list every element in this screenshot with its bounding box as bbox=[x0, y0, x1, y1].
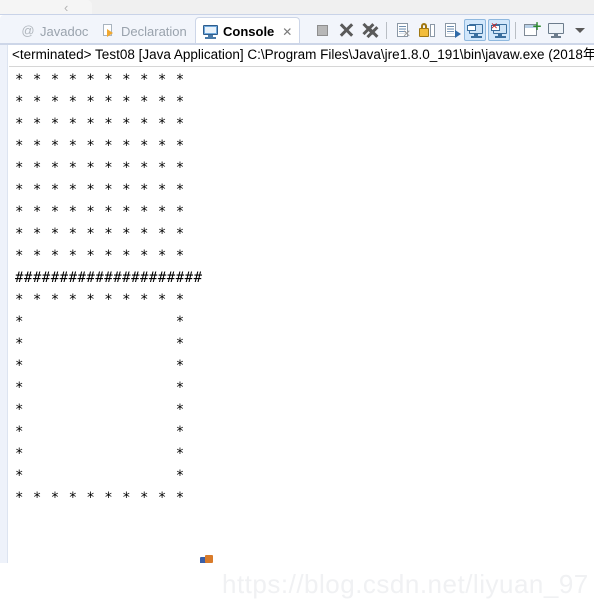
console-process-header: <terminated> Test08 [Java Application] C… bbox=[12, 47, 594, 62]
toolbar-separator-2 bbox=[515, 21, 516, 39]
console-toolbar: ✕ ✕ + bbox=[310, 17, 592, 43]
tab-javadoc-label: Javadoc bbox=[40, 23, 89, 39]
tab-declaration[interactable]: Declaration bbox=[95, 18, 194, 44]
tab-console-label: Console bbox=[223, 24, 275, 39]
console-output-text: * * * * * * * * * * * * * * * * * * * * … bbox=[15, 72, 203, 506]
console-view: @ Javadoc Declaration Console ✕ ✕ ✕ + <t… bbox=[0, 15, 594, 599]
tab-declaration-label: Declaration bbox=[121, 23, 187, 39]
toolbar-separator-1 bbox=[386, 21, 387, 39]
clear-console-button[interactable]: ✕ bbox=[392, 19, 414, 41]
new-console-view-icon: + bbox=[524, 20, 542, 38]
view-menu-button[interactable] bbox=[569, 19, 591, 41]
chevron-down-icon bbox=[575, 27, 585, 33]
clear-console-icon: ✕ bbox=[396, 22, 411, 39]
tab-console[interactable]: Console ✕ bbox=[195, 17, 301, 45]
double-x-icon bbox=[362, 23, 379, 38]
display-selected-icon bbox=[548, 22, 564, 38]
console-monitor-icon bbox=[203, 24, 218, 39]
declaration-icon bbox=[102, 24, 116, 38]
display-selected-console-button[interactable] bbox=[545, 19, 567, 41]
watermark-text: https://blog.csdn.net/liyuan_97 bbox=[222, 569, 589, 599]
lock-icon bbox=[419, 22, 435, 38]
close-icon[interactable]: ✕ bbox=[282, 25, 292, 39]
console-header-separator bbox=[9, 66, 594, 67]
stop-square-icon bbox=[316, 24, 328, 36]
console-output-area[interactable]: <terminated> Test08 [Java Application] C… bbox=[0, 45, 594, 599]
word-wrap-button[interactable] bbox=[440, 19, 462, 41]
remove-launch-button[interactable] bbox=[335, 19, 357, 41]
at-icon: @ bbox=[21, 23, 35, 38]
show-console-on-error-button[interactable]: ✕ bbox=[488, 19, 510, 41]
show-console-error-icon: ✕ bbox=[490, 22, 508, 38]
upper-editor-tab-strip: ‹ bbox=[0, 0, 594, 19]
terminate-button[interactable] bbox=[311, 19, 333, 41]
chevron-left-icon[interactable]: ‹ bbox=[64, 1, 68, 15]
show-console-icon bbox=[466, 23, 484, 38]
x-icon bbox=[339, 23, 353, 37]
tab-javadoc[interactable]: @ Javadoc bbox=[14, 18, 95, 44]
remove-all-terminated-button[interactable] bbox=[359, 19, 381, 41]
scroll-lock-button[interactable] bbox=[416, 19, 438, 41]
show-console-on-output-button[interactable] bbox=[464, 19, 486, 41]
view-tab-bar: @ Javadoc Declaration Console ✕ ✕ ✕ + bbox=[0, 15, 594, 45]
console-left-margin bbox=[0, 45, 8, 565]
open-console-button[interactable]: + bbox=[521, 19, 543, 41]
word-wrap-icon bbox=[444, 22, 461, 38]
watermark-logo-icon bbox=[200, 555, 214, 567]
